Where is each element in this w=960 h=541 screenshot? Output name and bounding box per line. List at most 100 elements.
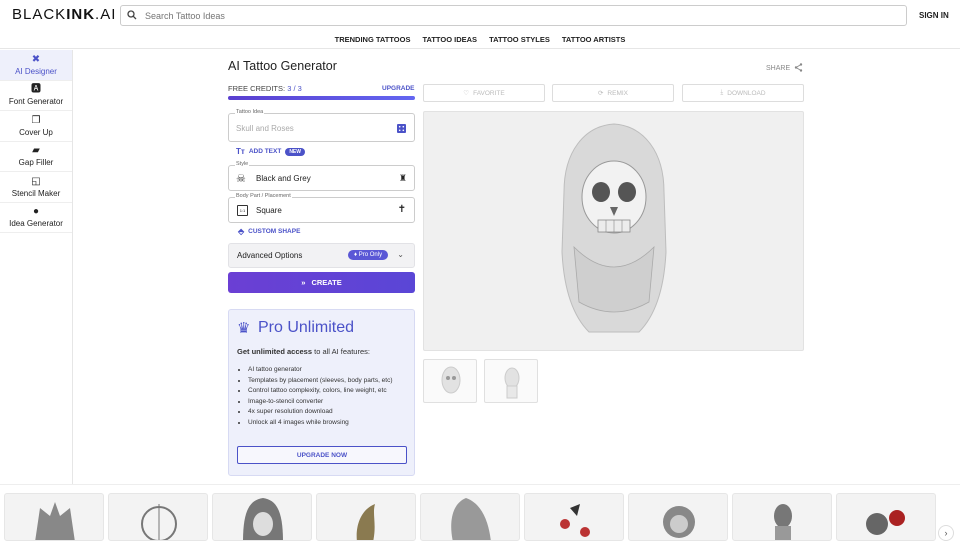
pro-feature: AI tattoo generator xyxy=(248,365,413,376)
tattoo-gallery xyxy=(0,484,960,541)
sidebar-item-label: AI Designer xyxy=(15,66,57,76)
thumbnail-1[interactable] xyxy=(423,359,477,403)
gallery-card-knight[interactable] xyxy=(732,493,832,541)
favorite-button[interactable]: ♡ FAVORITE xyxy=(423,84,545,102)
logo[interactable]: BLACKINK.AI xyxy=(12,6,116,23)
lion-illustration xyxy=(663,506,695,538)
download-icon: ⤓ xyxy=(720,89,724,96)
favorite-label: FAVORITE xyxy=(473,89,505,97)
nav-trending-tattoos[interactable]: TRENDING TATTOOS xyxy=(333,35,413,44)
gallery-next-button[interactable]: › xyxy=(938,525,954,541)
sidebar-item-label: Stencil Maker xyxy=(11,188,61,198)
tree-clock-illustration xyxy=(141,504,177,540)
wolf-illustration xyxy=(35,502,75,540)
pro-feature: Templates by placement (sleeves, body pa… xyxy=(248,376,413,387)
new-badge: NEW xyxy=(285,147,305,156)
chevron-right-icon: › xyxy=(944,528,948,538)
gallery-card-hooded-skull[interactable] xyxy=(212,493,312,541)
create-button[interactable]: » CREATE xyxy=(228,272,415,293)
add-text-label: ADD TEXT xyxy=(248,148,282,155)
remix-label: REMIX xyxy=(607,89,629,97)
logo-text-bold: INK xyxy=(66,6,96,23)
gallery-card-bird-roses[interactable] xyxy=(524,493,624,541)
pro-feature: Image-to-stencil converter xyxy=(248,397,413,408)
remix-button[interactable]: ⟳ REMIX xyxy=(552,84,674,102)
share-button[interactable]: SHARE xyxy=(766,63,803,74)
gallery-card-lion[interactable] xyxy=(628,493,728,541)
download-button[interactable]: ⤓ DOWNLOAD xyxy=(682,84,804,102)
pro-subtitle-bold: Get unlimited access xyxy=(237,347,313,356)
download-label: DOWNLOAD xyxy=(727,89,766,97)
logo-text-suffix: .AI xyxy=(95,6,117,23)
reaper-illustration xyxy=(451,498,491,540)
pro-unlimited-panel: ♛ Pro Unlimited Get unlimited access to … xyxy=(228,309,415,476)
sidebar-item-label: Cover Up xyxy=(19,127,53,137)
fast-forward-icon: » xyxy=(301,278,306,287)
sidebar-item-label: Font Generator xyxy=(8,97,64,107)
heart-icon: ♡ xyxy=(463,90,470,97)
custom-shape-button[interactable]: ⬘ CUSTOM SHAPE xyxy=(238,227,300,236)
credits-value: 3 / 3 xyxy=(287,84,302,93)
gallery-card-reaper[interactable] xyxy=(420,493,520,541)
sidebar-item-ai-designer[interactable]: ✖ AI Designer xyxy=(0,50,72,81)
pro-title: Pro Unlimited xyxy=(258,319,355,336)
tattoo-idea-field[interactable]: Tattoo Idea Skull and Roses xyxy=(228,109,415,142)
remix-icon: ⟳ xyxy=(597,90,604,97)
bird-roses-illustration xyxy=(560,504,590,537)
pro-feature: Control tattoo complexity, colors, line … xyxy=(248,386,413,397)
sidebar-item-idea-generator[interactable]: ● Idea Generator xyxy=(0,203,72,233)
gallery-card-tree-clock[interactable] xyxy=(108,493,208,541)
add-text-button[interactable]: Tт ADD TEXT NEW xyxy=(236,147,305,156)
pro-only-label: Pro Only xyxy=(358,252,383,258)
tattoo-idea-input[interactable]: Skull and Roses xyxy=(236,124,294,133)
tattoo-preview-image xyxy=(423,111,804,351)
thumbnail-skull-illustration xyxy=(504,367,520,399)
search-input[interactable] xyxy=(145,10,845,21)
pro-subtitle: Get unlimited access to all AI features: xyxy=(237,347,370,356)
thumbnail-skull-illustration xyxy=(441,366,461,394)
sidebar-item-label: Gap Filler xyxy=(18,158,54,168)
upgrade-now-button[interactable]: UPGRADE NOW xyxy=(237,446,407,464)
body-icon: ✝ xyxy=(397,204,406,215)
advanced-options-label: Advanced Options xyxy=(237,251,303,260)
gallery-card-roses[interactable] xyxy=(836,493,936,541)
gallery-card-wolf[interactable] xyxy=(4,493,104,541)
nav-tattoo-styles[interactable]: TATTOO STYLES xyxy=(487,35,552,44)
hooded-skull-illustration xyxy=(561,123,667,333)
placement-label: Body Part / Placement xyxy=(235,193,292,199)
pro-subtitle-rest: to all AI features: xyxy=(312,347,370,356)
nav-tattoo-artists[interactable]: TATTOO ARTISTS xyxy=(560,35,627,44)
dice-icon[interactable] xyxy=(397,124,406,133)
thumbnail-2[interactable] xyxy=(484,359,538,403)
search-bar[interactable] xyxy=(120,5,907,26)
roses-illustration xyxy=(866,510,905,535)
advanced-options-toggle[interactable]: Advanced Options ♦ Pro Only ⌄ xyxy=(228,243,415,268)
upgrade-link[interactable]: UPGRADE xyxy=(382,85,415,92)
credits-progress-bar xyxy=(228,96,415,100)
lightbulb-icon: ● xyxy=(32,206,40,218)
font-icon: 🅰 xyxy=(31,84,41,96)
sidebar-item-stencil-maker[interactable]: ◱ Stencil Maker xyxy=(0,172,72,203)
style-label: Style xyxy=(235,161,250,167)
crown-skull-icon: ♛ xyxy=(237,320,251,337)
credits-label: FREE CREDITS: xyxy=(228,84,286,93)
pro-only-badge: ♦ Pro Only xyxy=(348,250,389,260)
sidebar-item-gap-filler[interactable]: ▰ Gap Filler xyxy=(0,142,72,172)
style-select[interactable]: Style ☠ Black and Grey ♜ xyxy=(228,161,415,191)
cover-up-icon: ❐ xyxy=(31,114,41,126)
sign-in-link[interactable]: SIGN IN xyxy=(919,11,949,20)
chevron-down-icon: ⌄ xyxy=(397,250,404,259)
placement-select[interactable]: Body Part / Placement 1:1 Square ✝ xyxy=(228,193,415,223)
sidebar-item-font-generator[interactable]: 🅰 Font Generator xyxy=(0,81,72,111)
ink-bottle-icon: ♜ xyxy=(398,173,407,183)
tattoo-idea-label: Tattoo Idea xyxy=(235,109,265,115)
nav-tattoo-ideas[interactable]: TATTOO IDEAS xyxy=(420,35,479,44)
dragon-illustration xyxy=(356,504,375,540)
sidebar-item-cover-up[interactable]: ❐ Cover Up xyxy=(0,111,72,142)
page-title: AI Tattoo Generator xyxy=(228,59,337,73)
share-label: SHARE xyxy=(766,65,791,72)
share-icon xyxy=(794,63,803,74)
gallery-card-dragon[interactable] xyxy=(316,493,416,541)
text-format-icon: Tт xyxy=(236,147,245,156)
shapes-icon: ⬘ xyxy=(238,227,245,236)
